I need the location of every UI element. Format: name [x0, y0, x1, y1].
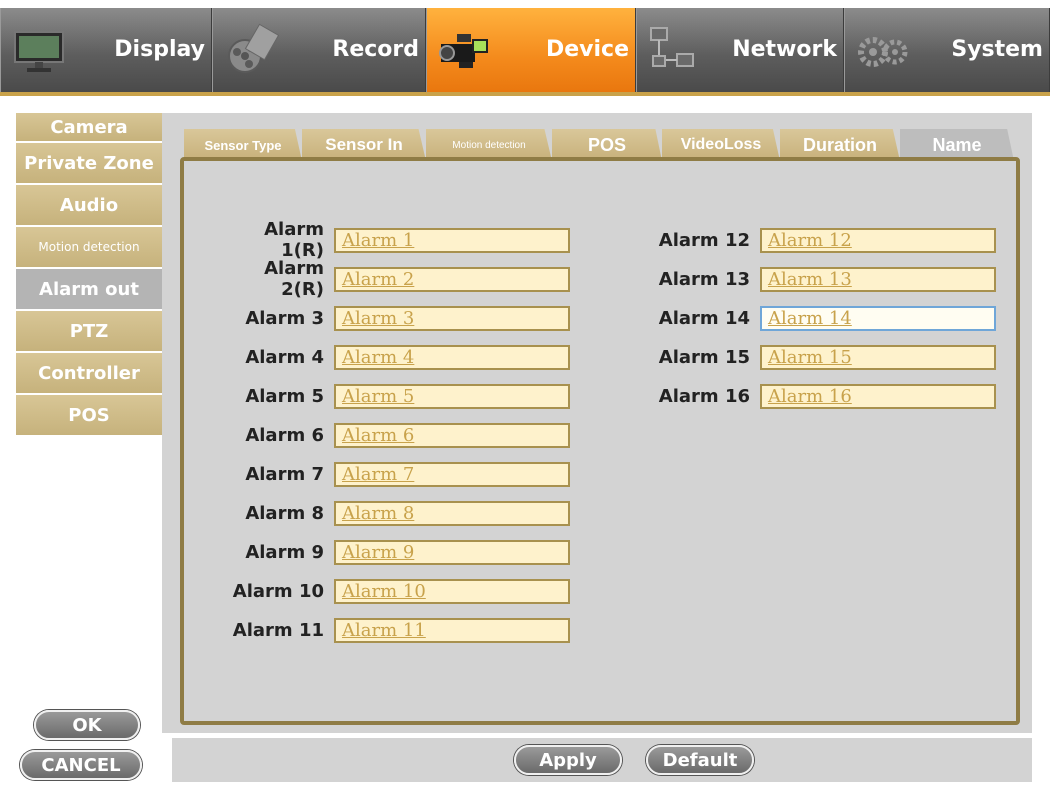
- alarm-name-input[interactable]: Alarm 5: [334, 383, 570, 409]
- nav-device[interactable]: Device: [426, 8, 636, 92]
- tab-label: Sensor In: [325, 135, 403, 154]
- sidebar-item-label: Controller: [38, 362, 140, 384]
- tab-label: POS: [587, 134, 626, 155]
- gears-icon: [858, 37, 908, 67]
- alarm-label: Alarm 8: [245, 502, 324, 524]
- alarm-row: Alarm 2(R) Alarm 2: [224, 258, 570, 300]
- tab-label: Name: [932, 134, 982, 155]
- alarm-name-input[interactable]: Alarm 12: [760, 227, 996, 253]
- ok-button-label: OK: [72, 714, 102, 736]
- alarm-name-input-focused[interactable]: Alarm 14: [760, 305, 996, 331]
- main-panel: Sensor Type Sensor In Motion detection P…: [162, 113, 1032, 733]
- alarm-label: Alarm 13: [658, 268, 750, 290]
- bottom-action-bar: Apply Default: [172, 738, 1032, 782]
- sidebar-item-ptz[interactable]: PTZ: [16, 311, 162, 351]
- alarm-row: Alarm 16 Alarm 16: [646, 383, 996, 409]
- sidebar-item-label: Private Zone: [24, 152, 154, 174]
- alarm-row: Alarm 11 Alarm 11: [224, 617, 570, 643]
- alarm-label: Alarm 6: [245, 424, 324, 446]
- nav-device-label: Device: [545, 37, 629, 62]
- alarm-row: Alarm 8 Alarm 8: [224, 500, 570, 526]
- alarm-label: Alarm 9: [245, 541, 324, 563]
- alarm-row: Alarm 1(R) Alarm 1: [224, 219, 570, 261]
- apply-button[interactable]: Apply: [514, 745, 622, 775]
- sidebar-item-camera[interactable]: Camera: [16, 113, 162, 141]
- alarm-name-input[interactable]: Alarm 8: [334, 500, 570, 526]
- sidebar-item-pos[interactable]: POS: [16, 395, 162, 435]
- alarm-row: Alarm 13 Alarm 13: [646, 266, 996, 292]
- sidebar-item-label: POS: [68, 404, 110, 426]
- apply-button-label: Apply: [539, 749, 597, 771]
- alarm-label: Alarm 7: [245, 463, 324, 485]
- sidebar-item-alarm-out[interactable]: Alarm out: [16, 269, 162, 309]
- alarm-name-input[interactable]: Alarm 16: [760, 383, 996, 409]
- alarm-label: Alarm 14: [658, 307, 750, 329]
- tab-label: Duration: [803, 134, 877, 155]
- network-icon: [650, 27, 694, 67]
- alarm-label: Alarm 15: [658, 346, 750, 368]
- alarm-label: Alarm 1(R): [264, 219, 324, 261]
- film-reel-icon: [228, 23, 279, 73]
- camcorder-icon: [439, 34, 488, 68]
- sidebar-item-motion-detection[interactable]: Motion detection: [16, 227, 162, 267]
- alarm-name-input[interactable]: Alarm 3: [334, 305, 570, 331]
- sidebar-item-audio[interactable]: Audio: [16, 185, 162, 225]
- sidebar-item-label: Motion detection: [38, 240, 140, 254]
- alarm-row: Alarm 10 Alarm 10: [224, 578, 570, 604]
- nav-network[interactable]: Network: [636, 8, 844, 92]
- alarm-row: Alarm 7 Alarm 7: [224, 461, 570, 487]
- alarm-row: Alarm 6 Alarm 6: [224, 422, 570, 448]
- alarm-label: Alarm 2(R): [264, 258, 324, 300]
- sidebar: Camera Private Zone Audio Motion detecti…: [16, 113, 162, 437]
- alarm-row: Alarm 15 Alarm 15: [646, 344, 996, 370]
- alarm-name-input[interactable]: Alarm 4: [334, 344, 570, 370]
- nav-network-label: Network: [732, 37, 837, 62]
- alarm-row: Alarm 14 Alarm 14: [646, 305, 996, 331]
- tab-label: VideoLoss: [680, 136, 762, 153]
- alarm-name-input[interactable]: Alarm 10: [334, 578, 570, 604]
- tab-label: Motion detection: [452, 139, 526, 151]
- alarm-name-input[interactable]: Alarm 6: [334, 422, 570, 448]
- alarm-row: Alarm 5 Alarm 5: [224, 383, 570, 409]
- sidebar-item-label: PTZ: [69, 320, 109, 342]
- alarm-label: Alarm 16: [658, 385, 750, 407]
- alarm-label: Alarm 11: [232, 619, 324, 641]
- alarm-label: Alarm 10: [232, 580, 324, 602]
- sidebar-item-controller[interactable]: Controller: [16, 353, 162, 393]
- sidebar-item-label: Camera: [50, 116, 128, 138]
- sidebar-item-label: Alarm out: [39, 278, 139, 300]
- alarm-name-input[interactable]: Alarm 9: [334, 539, 570, 565]
- alarm-name-input[interactable]: Alarm 11: [334, 617, 570, 643]
- alarm-name-input[interactable]: Alarm 1: [334, 227, 570, 253]
- alarm-row: Alarm 4 Alarm 4: [224, 344, 570, 370]
- tab-label: Sensor Type: [204, 137, 282, 153]
- alarm-label: Alarm 4: [245, 346, 324, 368]
- cancel-button[interactable]: CANCEL: [20, 750, 142, 780]
- alarm-name-input[interactable]: Alarm 15: [760, 344, 996, 370]
- ok-button[interactable]: OK: [34, 710, 140, 740]
- alarm-row: Alarm 3 Alarm 3: [224, 305, 570, 331]
- main-nav-bar: Display Record Device Network System: [0, 8, 1050, 96]
- alarm-label: Alarm 3: [245, 307, 324, 329]
- nav-display-label: Display: [114, 37, 205, 62]
- nav-record[interactable]: Record: [212, 8, 426, 92]
- alarm-name-form: Alarm 1(R) Alarm 1 Alarm 2(R) Alarm 2 Al…: [180, 157, 1020, 725]
- default-button[interactable]: Default: [646, 745, 754, 775]
- monitor-icon: [14, 31, 64, 72]
- sidebar-item-label: Audio: [59, 194, 119, 216]
- alarm-row: Alarm 12 Alarm 12: [646, 227, 996, 253]
- cancel-button-label: CANCEL: [41, 754, 121, 776]
- alarm-label: Alarm 5: [245, 385, 324, 407]
- nav-system[interactable]: System: [844, 8, 1050, 92]
- alarm-name-input[interactable]: Alarm 2: [334, 266, 570, 292]
- alarm-name-input[interactable]: Alarm 13: [760, 266, 996, 292]
- alarm-name-input[interactable]: Alarm 7: [334, 461, 570, 487]
- nav-display[interactable]: Display: [0, 8, 212, 92]
- alarm-row: Alarm 9 Alarm 9: [224, 539, 570, 565]
- alarm-label: Alarm 12: [658, 229, 750, 251]
- nav-record-label: Record: [332, 37, 419, 62]
- sidebar-item-private-zone[interactable]: Private Zone: [16, 143, 162, 183]
- nav-system-label: System: [951, 37, 1043, 62]
- default-button-label: Default: [662, 749, 738, 771]
